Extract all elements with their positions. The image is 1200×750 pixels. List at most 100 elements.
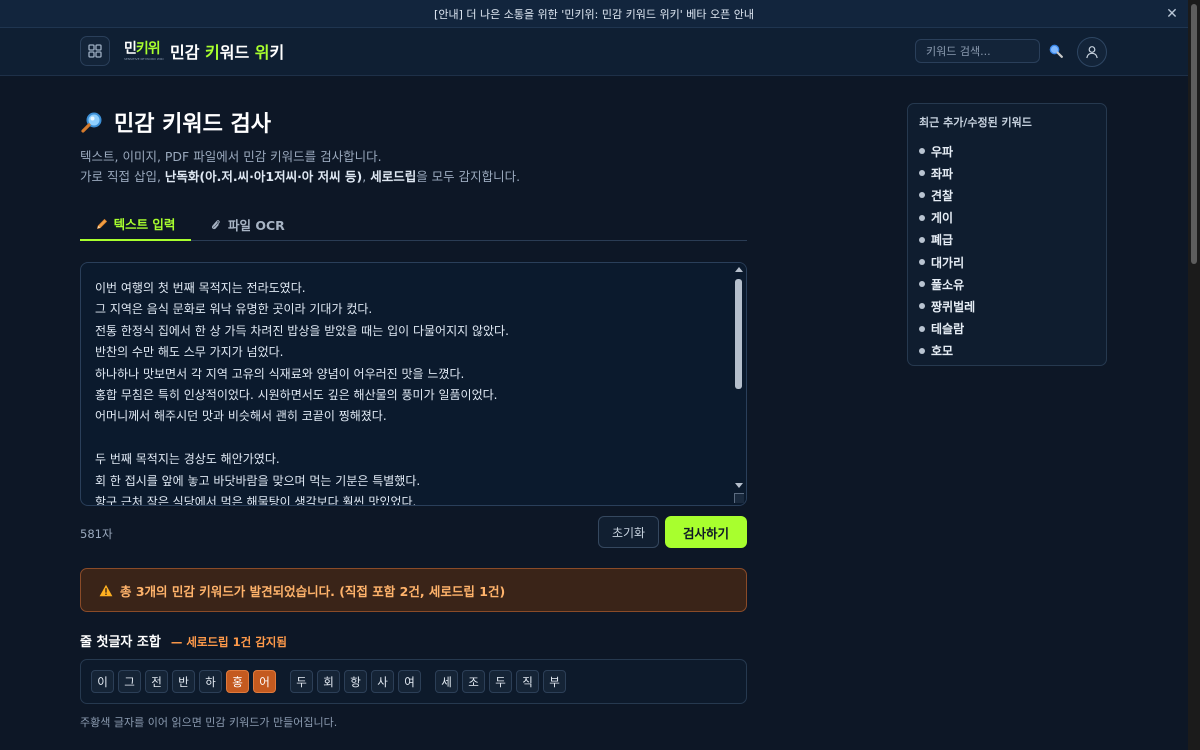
tab-file-ocr[interactable]: 파일 OCR — [210, 208, 285, 241]
grid-icon — [88, 44, 102, 58]
text-input-content[interactable]: 이번 여행의 첫 번째 목적지는 전라도였다. 그 지역은 음식 문화로 워낙 … — [95, 278, 715, 506]
acrostic-subtitle: — 세로드립 1건 감지됨 — [170, 635, 287, 649]
acrostic-chars-box: 이그전반하홍어두회항사여세조두직부 — [80, 659, 747, 704]
page-title: 민감 키워드 검사 — [80, 106, 271, 138]
text-line — [95, 428, 715, 449]
text-line: 어머니께서 해주시던 맛과 비슷해서 괜히 코끝이 찡해졌다. — [95, 409, 387, 424]
acrostic-char: 세 — [435, 670, 458, 693]
logo-mark-min: 민 — [124, 41, 137, 57]
acrostic-char: 회 — [317, 670, 340, 693]
acrostic-char: 조 — [462, 670, 485, 693]
desc-part: 을 모두 감지합니다. — [416, 169, 521, 184]
recent-keyword-label: 게이 — [931, 211, 954, 226]
acrostic-char: 전 — [145, 670, 168, 693]
apps-grid-button[interactable] — [80, 36, 110, 66]
recent-keyword-item[interactable]: 풀소유 — [919, 273, 975, 295]
acrostic-section-title: 줄 첫글자 조합 — 세로드립 1건 감지됨 — [80, 631, 287, 650]
text-input-area[interactable]: 이번 여행의 첫 번째 목적지는 전라도였다. 그 지역은 음식 문화로 워낙 … — [80, 262, 747, 506]
acrostic-char: 두 — [290, 670, 313, 693]
recent-keyword-item[interactable]: 호모 — [919, 340, 975, 362]
recent-keyword-item[interactable]: 테슬람 — [919, 318, 975, 340]
description-line-2: 가로 직접 삽입, 난독화(아.저.씨·아1저씨·아 저씨 등), 세로드립을 … — [80, 166, 520, 185]
desc-bold-part: 세로드립 — [370, 169, 417, 184]
search-icon[interactable] — [1049, 44, 1063, 58]
recent-keyword-label: 우파 — [931, 144, 954, 159]
recent-keyword-item[interactable]: 짱퀴벌레 — [919, 295, 975, 317]
bullet-icon — [919, 148, 925, 155]
acrostic-char: 이 — [91, 670, 114, 693]
bullet-icon — [919, 170, 925, 177]
site-title-part: 민감 — [170, 43, 206, 62]
acrostic-char: 그 — [118, 670, 141, 693]
warning-icon — [99, 584, 113, 596]
acrostic-char: 부 — [543, 670, 566, 693]
site-title-part: 워드 — [219, 43, 255, 62]
recent-keyword-item[interactable]: 견찰 — [919, 184, 975, 206]
acrostic-char-highlighted: 홍 — [226, 670, 249, 693]
site-logo[interactable]: 민키위 SENSITIVE KEYWORD WIKI 민감 키워드 위키 — [124, 38, 284, 64]
close-icon[interactable]: ✕ — [1164, 6, 1180, 22]
recent-keyword-label: 폐급 — [931, 233, 954, 248]
recent-keyword-label: 대가리 — [931, 255, 965, 270]
text-line: 그 지역은 음식 문화로 워낙 유명한 곳이라 기대가 컸다. — [95, 302, 373, 317]
text-line: 항구 근처 작은 식당에서 먹은 해물탕이 생각보다 훨씬 맛있었다. — [95, 494, 417, 506]
page-scrollbar[interactable] — [1188, 0, 1200, 750]
recent-keyword-label: 풀소유 — [931, 277, 965, 292]
recent-keywords-list: 우파 좌파 견찰 게이 폐급 대가리 풀소유 짱퀴벌레 테슬람 호모 — [919, 140, 975, 362]
reset-button[interactable]: 초기화 — [598, 516, 659, 548]
scroll-up-arrow-icon[interactable] — [735, 267, 743, 272]
logo-mark-kiwi: 키위 — [135, 41, 161, 57]
desc-bold-part: 난독화(아.저.씨·아1저씨·아 저씨 등) — [164, 169, 363, 184]
recent-keyword-label: 테슬람 — [931, 322, 965, 337]
announcement-bar: [안내] 더 나은 소통을 위한 '민키위: 민감 키워드 위키' 베타 오픈 … — [0, 0, 1188, 28]
desc-part: , — [362, 169, 371, 184]
recent-keyword-item[interactable]: 게이 — [919, 207, 975, 229]
recent-keyword-label: 짱퀴벌레 — [931, 299, 976, 314]
recent-keywords-title: 최근 추가/수정된 키워드 — [919, 116, 1032, 129]
user-icon — [1086, 46, 1098, 59]
recent-keyword-item[interactable]: 우파 — [919, 140, 975, 162]
page-scrollbar-thumb[interactable] — [1191, 4, 1197, 264]
recent-keywords-panel: 최근 추가/수정된 키워드 우파 좌파 견찰 게이 폐급 대가리 풀소유 짱퀴벌… — [907, 103, 1107, 366]
bullet-icon — [919, 347, 925, 354]
keyword-search-input[interactable] — [915, 39, 1040, 63]
bullet-icon — [919, 325, 925, 332]
recent-keyword-label: 호모 — [931, 344, 954, 359]
site-title: 민감 키워드 위키 — [170, 39, 284, 63]
bullet-icon — [919, 192, 925, 199]
tab-text-input[interactable]: 텍스트 입력 — [80, 208, 191, 241]
text-input-scrollbar[interactable] — [732, 263, 746, 505]
site-title-accent: 위 — [254, 43, 270, 62]
recent-keyword-label: 좌파 — [931, 166, 954, 181]
result-alert: 총 3개의 민감 키워드가 발견되었습니다. (직접 포함 2건, 세로드립 1… — [80, 568, 747, 612]
text-line: 홍합 무침은 특히 인상적이었다. 시원하면서도 깊은 해산물의 풍미가 일품이… — [95, 387, 498, 402]
tab-text-input-label: 텍스트 입력 — [113, 217, 176, 232]
site-title-part: 키 — [269, 43, 285, 62]
bullet-icon — [919, 259, 925, 266]
acrostic-title-text: 줄 첫글자 조합 — [80, 635, 161, 650]
acrostic-footnote: 주황색 글자를 이어 읽으면 민감 키워드가 만들어집니다. — [80, 716, 338, 729]
acrostic-char: 두 — [489, 670, 512, 693]
acrostic-char: 여 — [398, 670, 421, 693]
recent-keyword-item[interactable]: 좌파 — [919, 162, 975, 184]
text-line: 두 번째 목적지는 경상도 해안가였다. — [95, 452, 280, 467]
paperclip-icon — [212, 219, 220, 229]
resize-handle-icon[interactable] — [734, 493, 744, 503]
text-line: 이번 여행의 첫 번째 목적지는 전라도였다. — [95, 281, 306, 295]
text-input-scrollbar-thumb[interactable] — [735, 279, 742, 389]
announcement-text[interactable]: [안내] 더 나은 소통을 위한 '민키위: 민감 키워드 위키' 베타 오픈 … — [434, 6, 754, 22]
user-profile-button[interactable] — [1077, 37, 1107, 67]
recent-keyword-item[interactable]: 폐급 — [919, 229, 975, 251]
bullet-icon — [919, 236, 925, 243]
recent-keyword-item[interactable]: 대가리 — [919, 251, 975, 273]
acrostic-char: 직 — [516, 670, 539, 693]
text-line: 회 한 접시를 앞에 놓고 바닷바람을 맞으며 먹는 기분은 특별했다. — [95, 473, 421, 488]
text-line: 반찬의 수만 해도 스무 가지가 넘었다. — [95, 345, 284, 360]
scroll-down-arrow-icon[interactable] — [735, 483, 743, 488]
logo-subtext: SENSITIVE KEYWORD WIKI — [124, 57, 164, 61]
magnifier-icon — [81, 112, 102, 133]
result-alert-text: 총 3개의 민감 키워드가 발견되었습니다. (직접 포함 2건, 세로드립 1… — [120, 583, 506, 599]
acrostic-char: 하 — [199, 670, 222, 693]
description-line-1: 텍스트, 이미지, PDF 파일에서 민감 키워드를 검사합니다. — [80, 149, 382, 164]
check-button[interactable]: 검사하기 — [665, 516, 747, 548]
